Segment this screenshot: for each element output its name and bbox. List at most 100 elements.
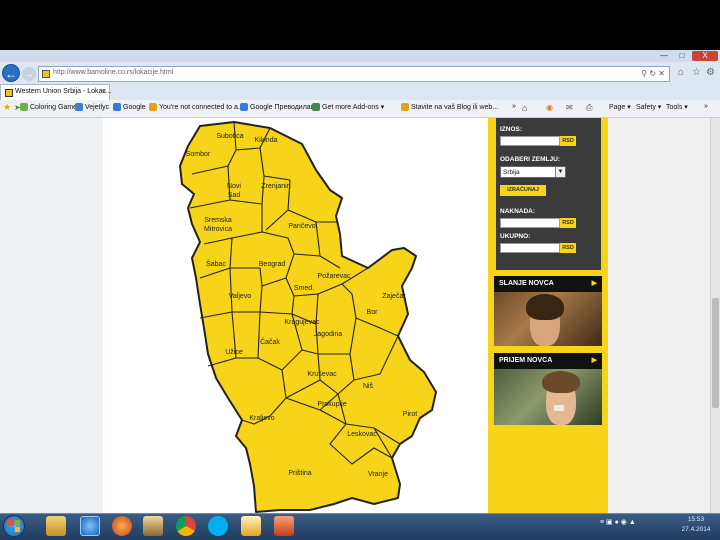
region-label-19[interactable]: Niš [363, 383, 374, 390]
gear-icon[interactable]: ⚙ [706, 67, 715, 78]
region-label-6[interactable]: Pančevo [288, 223, 315, 230]
site-favicon-icon [42, 70, 50, 78]
vertical-scrollbar[interactable] [710, 118, 720, 513]
tab-label: Western Union Srbija - Lokac... [15, 88, 112, 95]
page-right-margin [608, 118, 710, 513]
region-label-22[interactable]: Pirot [403, 411, 417, 418]
url-text[interactable]: http://www.bamoline.co.rs/lokacije.html [53, 69, 173, 76]
forward-arrow-icon[interactable]: → [22, 67, 36, 81]
chrome-icon[interactable] [176, 516, 196, 536]
fav-vejetlyc[interactable]: Vejetlyc [75, 103, 109, 111]
receive-money-header[interactable]: PRIJEM NOVCA ▶ [494, 353, 602, 369]
taskbar-clock[interactable]: 15:53 27.4.2014 [676, 515, 716, 535]
region-label-23[interactable]: Leskovac [347, 431, 377, 438]
web-page: Subotica Kikinda Sombor Novi Sad Zrenjanin Sre… [0, 118, 720, 513]
fav-vejetlyc-icon [75, 103, 83, 111]
scrollbar-thumb[interactable] [712, 298, 719, 408]
region-label-18[interactable]: Kruševac [307, 371, 337, 378]
fav-stavite-blog[interactable]: Stavite na vaš Blog ili web... [401, 103, 498, 111]
play-arrow-icon: ▶ [591, 357, 597, 364]
chevron-down-icon: ▼ [555, 167, 565, 177]
fav-coloring-games[interactable]: Coloring Games [20, 103, 81, 111]
internet-explorer-icon[interactable] [80, 516, 100, 536]
region-label-20[interactable]: Kraljevo [249, 415, 274, 422]
tools-menu[interactable]: Tools ▾ [666, 103, 688, 111]
country-label: ODABERI ZEMLJU: [500, 156, 560, 163]
fav-get-addons[interactable]: Get more Add-ons ▾ [312, 103, 384, 111]
address-bar[interactable]: http://www.bamoline.co.rs/lokacije.html … [38, 66, 670, 82]
region-label-13[interactable]: Bor [367, 309, 379, 316]
minimize-button[interactable]: — [656, 51, 672, 61]
region-label-17[interactable]: Užice [225, 349, 243, 356]
play-arrow-icon: ▶ [591, 280, 597, 287]
favorites-overflow-chevron[interactable]: » [512, 103, 516, 110]
search-refresh-icon[interactable]: ⚲ ↻ ✕ [641, 69, 665, 78]
favorites-star-icon[interactable]: ☆ [692, 67, 701, 78]
favorites-star-icon[interactable]: ★ [3, 102, 11, 113]
region-label-14[interactable]: Kragujevac [284, 319, 320, 326]
fee-output [500, 218, 560, 228]
fav-addons-icon [312, 103, 320, 111]
file-explorer-icon[interactable] [46, 516, 66, 536]
fav-not-connected[interactable]: You're not connected to a... [149, 103, 244, 111]
hair-figure [542, 371, 580, 393]
region-label-15[interactable]: Jagodina [314, 331, 343, 338]
safety-menu[interactable]: Safety ▾ [636, 103, 661, 111]
firefox-icon[interactable] [112, 516, 132, 536]
region-label-4[interactable]: Zrenjanin [261, 183, 290, 190]
total-output [500, 243, 560, 253]
send-money-header[interactable]: SLANJE NOVCA ▶ [494, 276, 602, 292]
fav-blog-icon [401, 103, 409, 111]
print-icon[interactable]: ⎙ [586, 103, 592, 113]
fee-unit: RSD [560, 218, 576, 228]
system-tray-icons[interactable]: ≡ ▣ ● ◉ ▲ [600, 518, 636, 526]
tab-close-icon[interactable]: × [101, 87, 106, 96]
send-money-promo[interactable]: SLANJE NOVCA ▶ [494, 276, 602, 346]
region-label-25[interactable]: Vranje [368, 471, 388, 478]
paint-icon[interactable] [241, 516, 261, 536]
send-money-photo [494, 292, 602, 346]
page-menu[interactable]: Page ▾ [609, 103, 631, 111]
region-label-12[interactable]: Valjevo [229, 293, 252, 300]
region-label-0[interactable]: Subotica [216, 133, 243, 140]
help-icon[interactable]: » [704, 103, 708, 110]
region-label-8[interactable]: Beograd [259, 261, 286, 268]
tab-western-union[interactable]: Western Union Srbija - Lokac... × [0, 84, 112, 100]
clock-time: 15:53 [687, 516, 705, 523]
media-player-icon[interactable] [143, 516, 163, 536]
region-label-9[interactable]: Požarevac [317, 273, 351, 280]
windows-logo-icon [8, 520, 20, 532]
maximize-button[interactable]: □ [674, 51, 690, 61]
region-label-16[interactable]: Čačak [260, 337, 280, 346]
favorites-bar: ★ ➤ Coloring Games Vejetlyc Google You'r… [0, 100, 720, 118]
send-money-title: SLANJE NOVCA [499, 280, 554, 287]
region-label-21[interactable]: Prokuplje [317, 401, 346, 408]
receive-money-promo[interactable]: PRIJEM NOVCA ▶ [494, 353, 602, 425]
country-select[interactable]: Srbija ▼ [500, 166, 566, 178]
home-command-icon[interactable]: ⌂ [522, 103, 527, 113]
serbia-outline [179, 121, 437, 513]
mail-icon[interactable]: ✉ [566, 103, 573, 112]
region-label-7[interactable]: Šabac [206, 259, 226, 268]
home-icon[interactable]: ⌂ [678, 67, 684, 78]
region-label-10[interactable]: Smed. [294, 285, 314, 292]
tab-favicon-icon [5, 89, 13, 97]
fav-google-translate-icon [240, 103, 248, 111]
fav-not-connected-icon [149, 103, 157, 111]
amount-input[interactable] [500, 136, 560, 146]
serbia-locations-map: SuboticaKikindaSomborNovi SadZrenjaninSre… [179, 121, 437, 513]
skype-icon[interactable] [208, 516, 228, 536]
region-label-2[interactable]: Sombor [186, 151, 211, 158]
close-window-button[interactable]: X [692, 51, 718, 61]
region-label-24[interactable]: Priština [288, 470, 311, 477]
region-label-1[interactable]: Kikinda [255, 137, 278, 144]
rss-feed-icon[interactable]: ◉ [546, 103, 553, 112]
fav-google[interactable]: Google [113, 103, 146, 111]
region-label-11[interactable]: Zaječar [382, 293, 406, 300]
country-select-value: Srbija [503, 169, 520, 176]
back-arrow-icon[interactable]: ← [2, 64, 20, 82]
powerpoint-icon[interactable] [274, 516, 294, 536]
fav-google-icon [113, 103, 121, 111]
fav-google-translate[interactable]: Google Преводилац [240, 103, 315, 111]
calculate-button[interactable]: IZRAČUNAJ [500, 185, 546, 196]
